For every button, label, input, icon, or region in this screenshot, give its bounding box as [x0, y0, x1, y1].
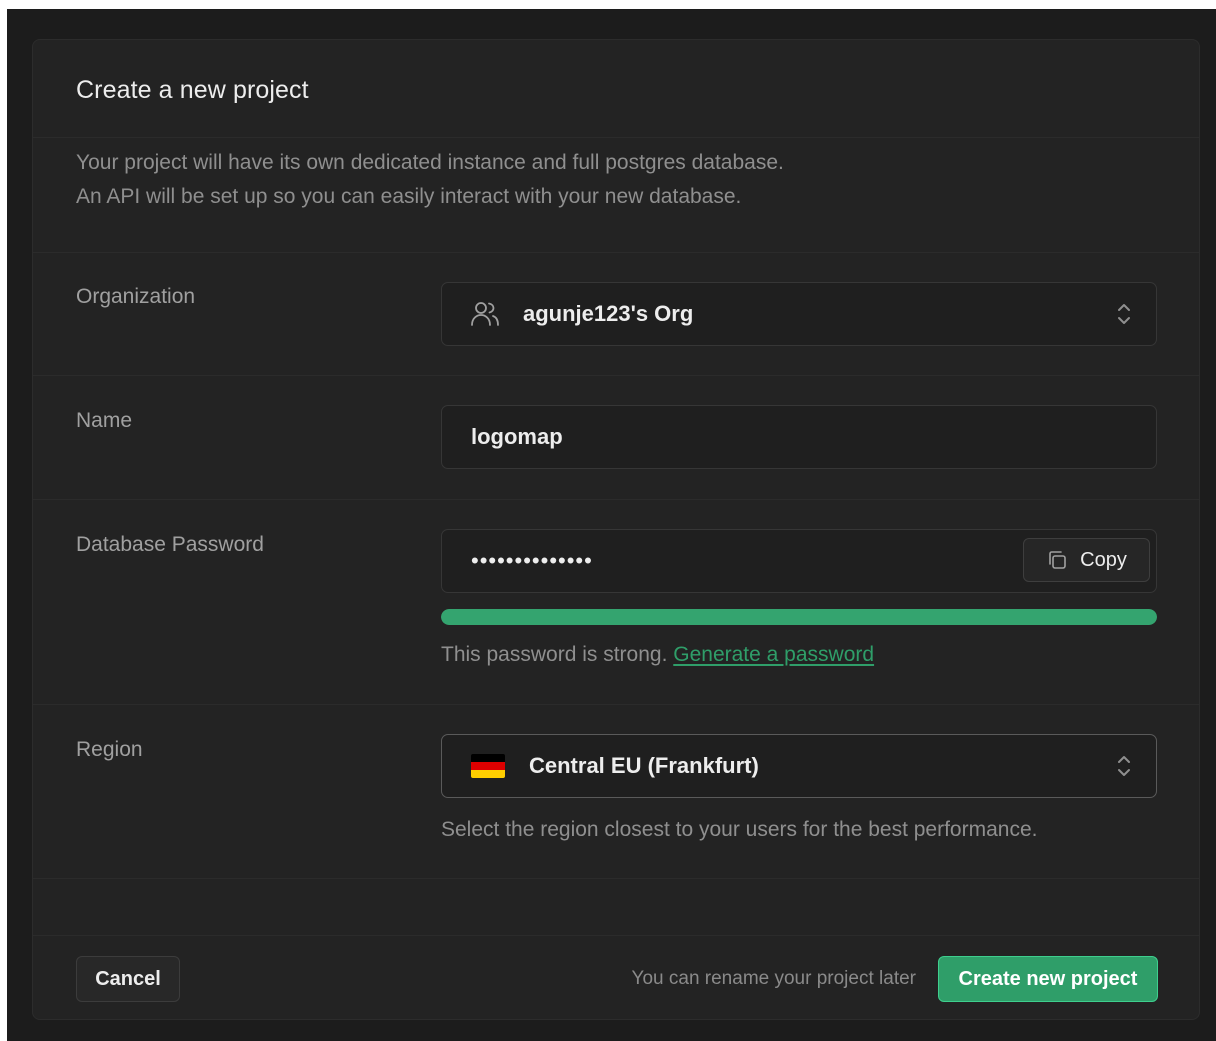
region-value: Central EU (Frankfurt) — [529, 753, 759, 778]
project-name-value: logomap — [471, 424, 563, 449]
divider — [33, 252, 1199, 253]
copy-button[interactable]: Copy — [1023, 538, 1150, 582]
chevron-up-down-icon — [1118, 756, 1130, 776]
region-select[interactable]: Central EU (Frankfurt) — [441, 734, 1157, 798]
germany-flag-icon — [471, 754, 505, 778]
organization-value: agunje123's Org — [523, 301, 694, 326]
password-value: •••••••••••••• — [471, 548, 593, 573]
name-label: Name — [76, 409, 133, 432]
description-line: An API will be set up so you can easily … — [76, 185, 742, 208]
copy-button-label: Copy — [1080, 548, 1127, 571]
dialog-description: Your project will have its own dedicated… — [76, 146, 784, 214]
copy-icon — [1049, 551, 1066, 569]
project-name-input[interactable]: logomap — [441, 405, 1157, 469]
password-input[interactable]: •••••••••••••• Copy — [441, 529, 1157, 593]
organization-label: Organization — [76, 285, 196, 308]
divider — [33, 375, 1199, 376]
create-project-dialog: Create a new project Your project will h… — [32, 39, 1200, 1020]
divider — [33, 704, 1199, 705]
users-icon — [471, 302, 499, 326]
create-project-button[interactable]: Create new project — [938, 956, 1158, 1002]
rename-note: You can rename your project later — [631, 968, 916, 989]
divider — [33, 137, 1199, 138]
divider — [33, 878, 1199, 879]
chevron-up-down-icon — [1118, 304, 1130, 324]
region-label: Region — [76, 738, 143, 761]
region-helper: Select the region closest to your users … — [441, 818, 1038, 841]
divider — [33, 499, 1199, 500]
organization-select[interactable]: agunje123's Org — [441, 282, 1157, 346]
divider — [33, 935, 1199, 936]
generate-password-link[interactable]: Generate a password — [673, 643, 874, 666]
dialog-title: Create a new project — [76, 76, 309, 104]
password-helper: This password is strong. Generate a pass… — [441, 643, 874, 667]
description-line: Your project will have its own dedicated… — [76, 151, 784, 174]
cancel-button[interactable]: Cancel — [76, 956, 180, 1002]
password-strength-bar — [441, 609, 1157, 625]
password-strength-fill — [441, 609, 1157, 625]
password-strength-text: This password is strong. — [441, 643, 668, 666]
password-label: Database Password — [76, 533, 264, 556]
